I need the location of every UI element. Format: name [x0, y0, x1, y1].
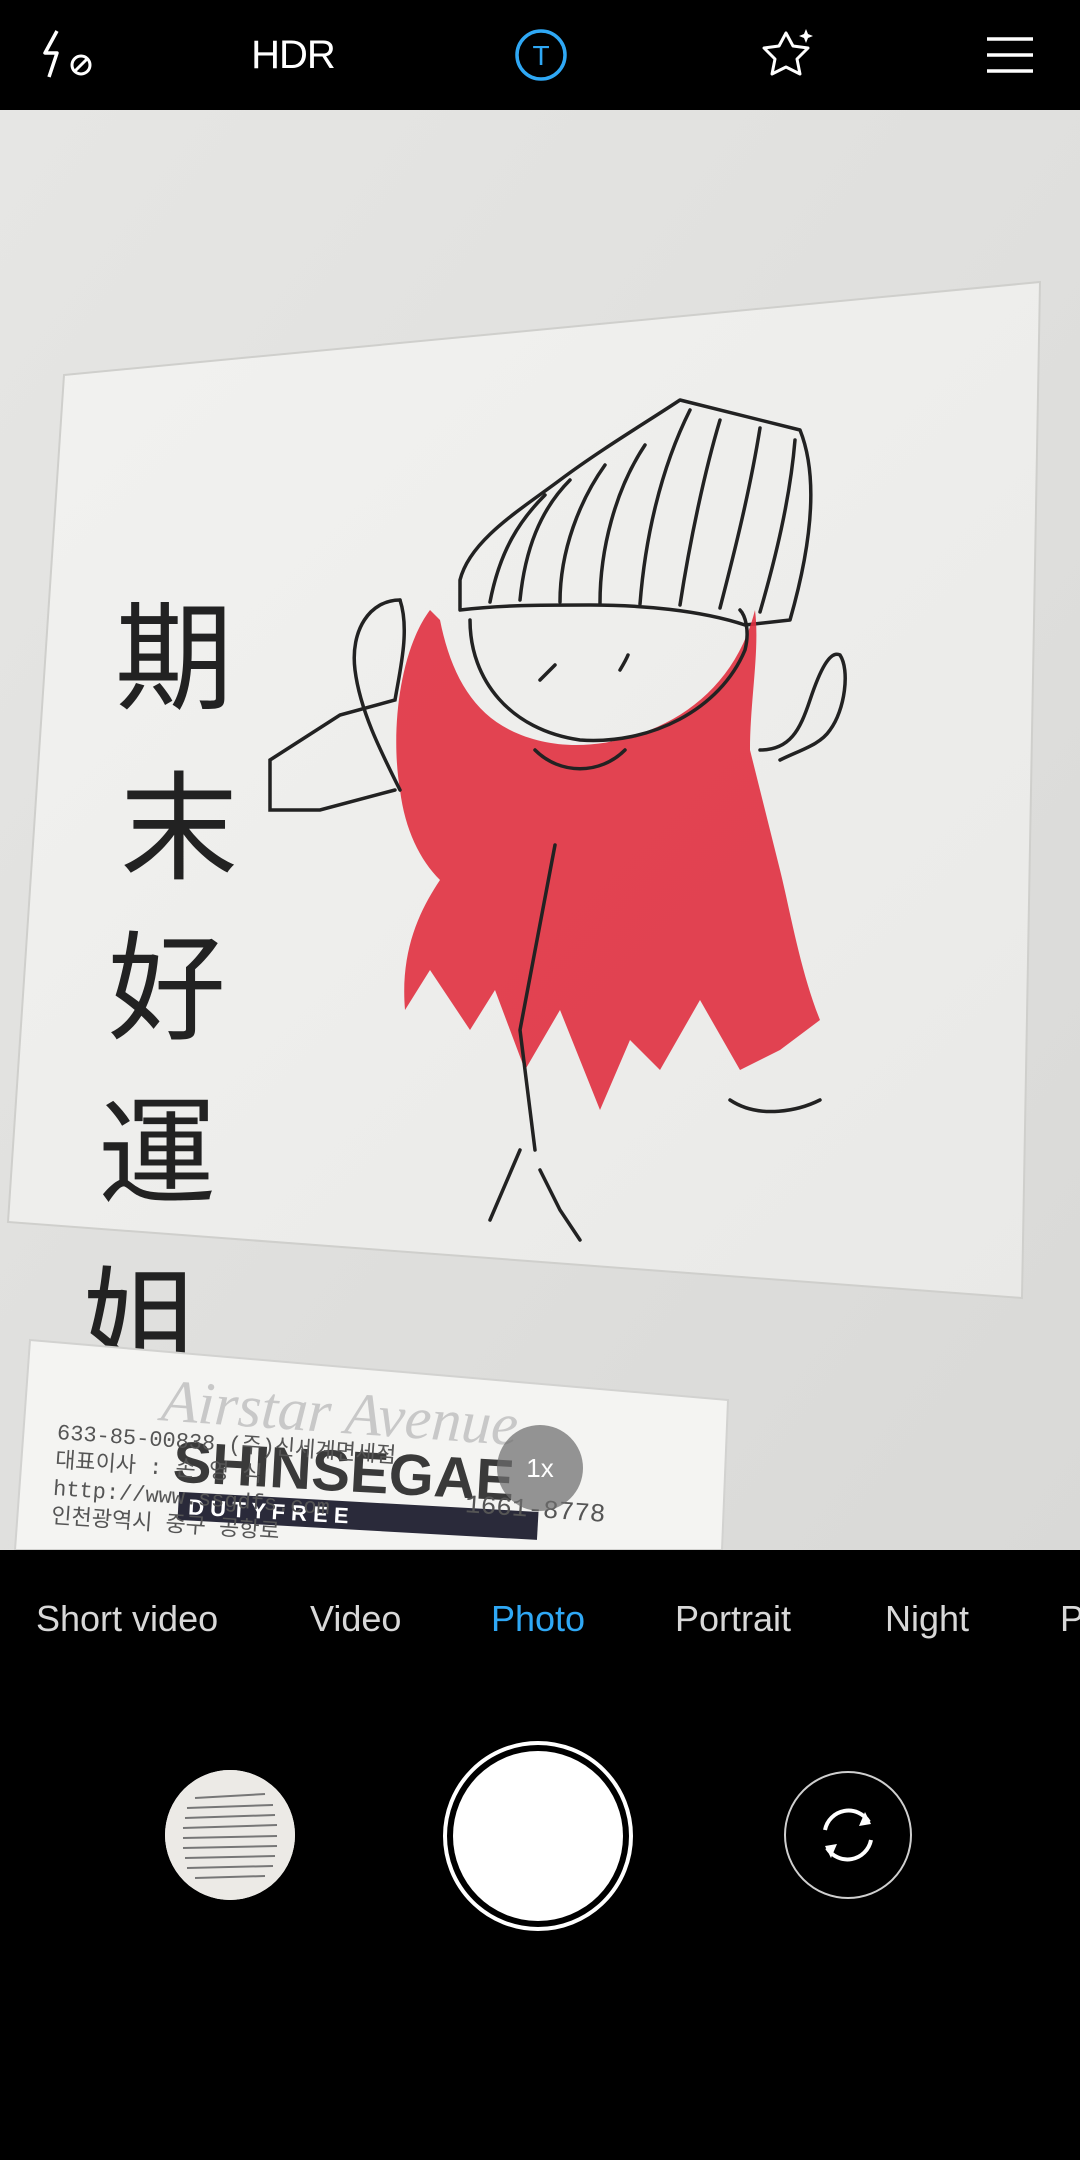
beauty-button[interactable] [745, 15, 835, 95]
mode-night[interactable]: Night [885, 1598, 969, 1640]
mode-video[interactable]: Video [310, 1598, 401, 1640]
zoom-level-button[interactable]: 1x [497, 1425, 583, 1511]
hamburger-menu-icon [987, 37, 1033, 73]
menu-button[interactable] [965, 15, 1055, 95]
sparkle-star-icon [762, 29, 813, 76]
flash-toggle-button[interactable] [25, 15, 115, 95]
timer-label: T [532, 40, 549, 71]
viewfinder[interactable]: 期 末 好 運 姐 Airstar Avenue SHINSEGAE D U T… [0, 110, 1080, 1550]
gallery-thumbnail-image [165, 1770, 295, 1900]
char-2: 末 [120, 760, 238, 898]
char-1: 期 [115, 590, 233, 728]
switch-camera-button[interactable] [784, 1771, 912, 1899]
timer-icon: T [515, 29, 567, 81]
switch-camera-icon [823, 1808, 873, 1862]
shutter-button[interactable] [443, 1741, 633, 1931]
camera-app: HDR T 期 末 好 運 姐 Airstar Avenue SHINSEGAE… [0, 0, 1080, 2160]
flash-off-icon [43, 30, 92, 78]
hdr-button[interactable]: HDR [243, 15, 343, 95]
gallery-thumbnail[interactable] [165, 1770, 295, 1900]
top-toolbar: HDR T [0, 0, 1080, 110]
mode-selector: Short video Video Photo Portrait Night P [0, 1550, 1080, 1690]
camera-preview: 期 末 好 運 姐 Airstar Avenue SHINSEGAE D U T… [0, 110, 1080, 1550]
shutter-inner [453, 1751, 623, 1921]
timer-button[interactable]: T [496, 15, 586, 95]
char-3: 好 [108, 920, 226, 1058]
mode-short-video[interactable]: Short video [36, 1598, 218, 1640]
char-4: 運 [98, 1085, 216, 1223]
mode-portrait[interactable]: Portrait [675, 1598, 791, 1640]
hdr-label: HDR [251, 32, 336, 77]
mode-partial[interactable]: P [1060, 1598, 1080, 1640]
mode-photo[interactable]: Photo [491, 1598, 585, 1640]
